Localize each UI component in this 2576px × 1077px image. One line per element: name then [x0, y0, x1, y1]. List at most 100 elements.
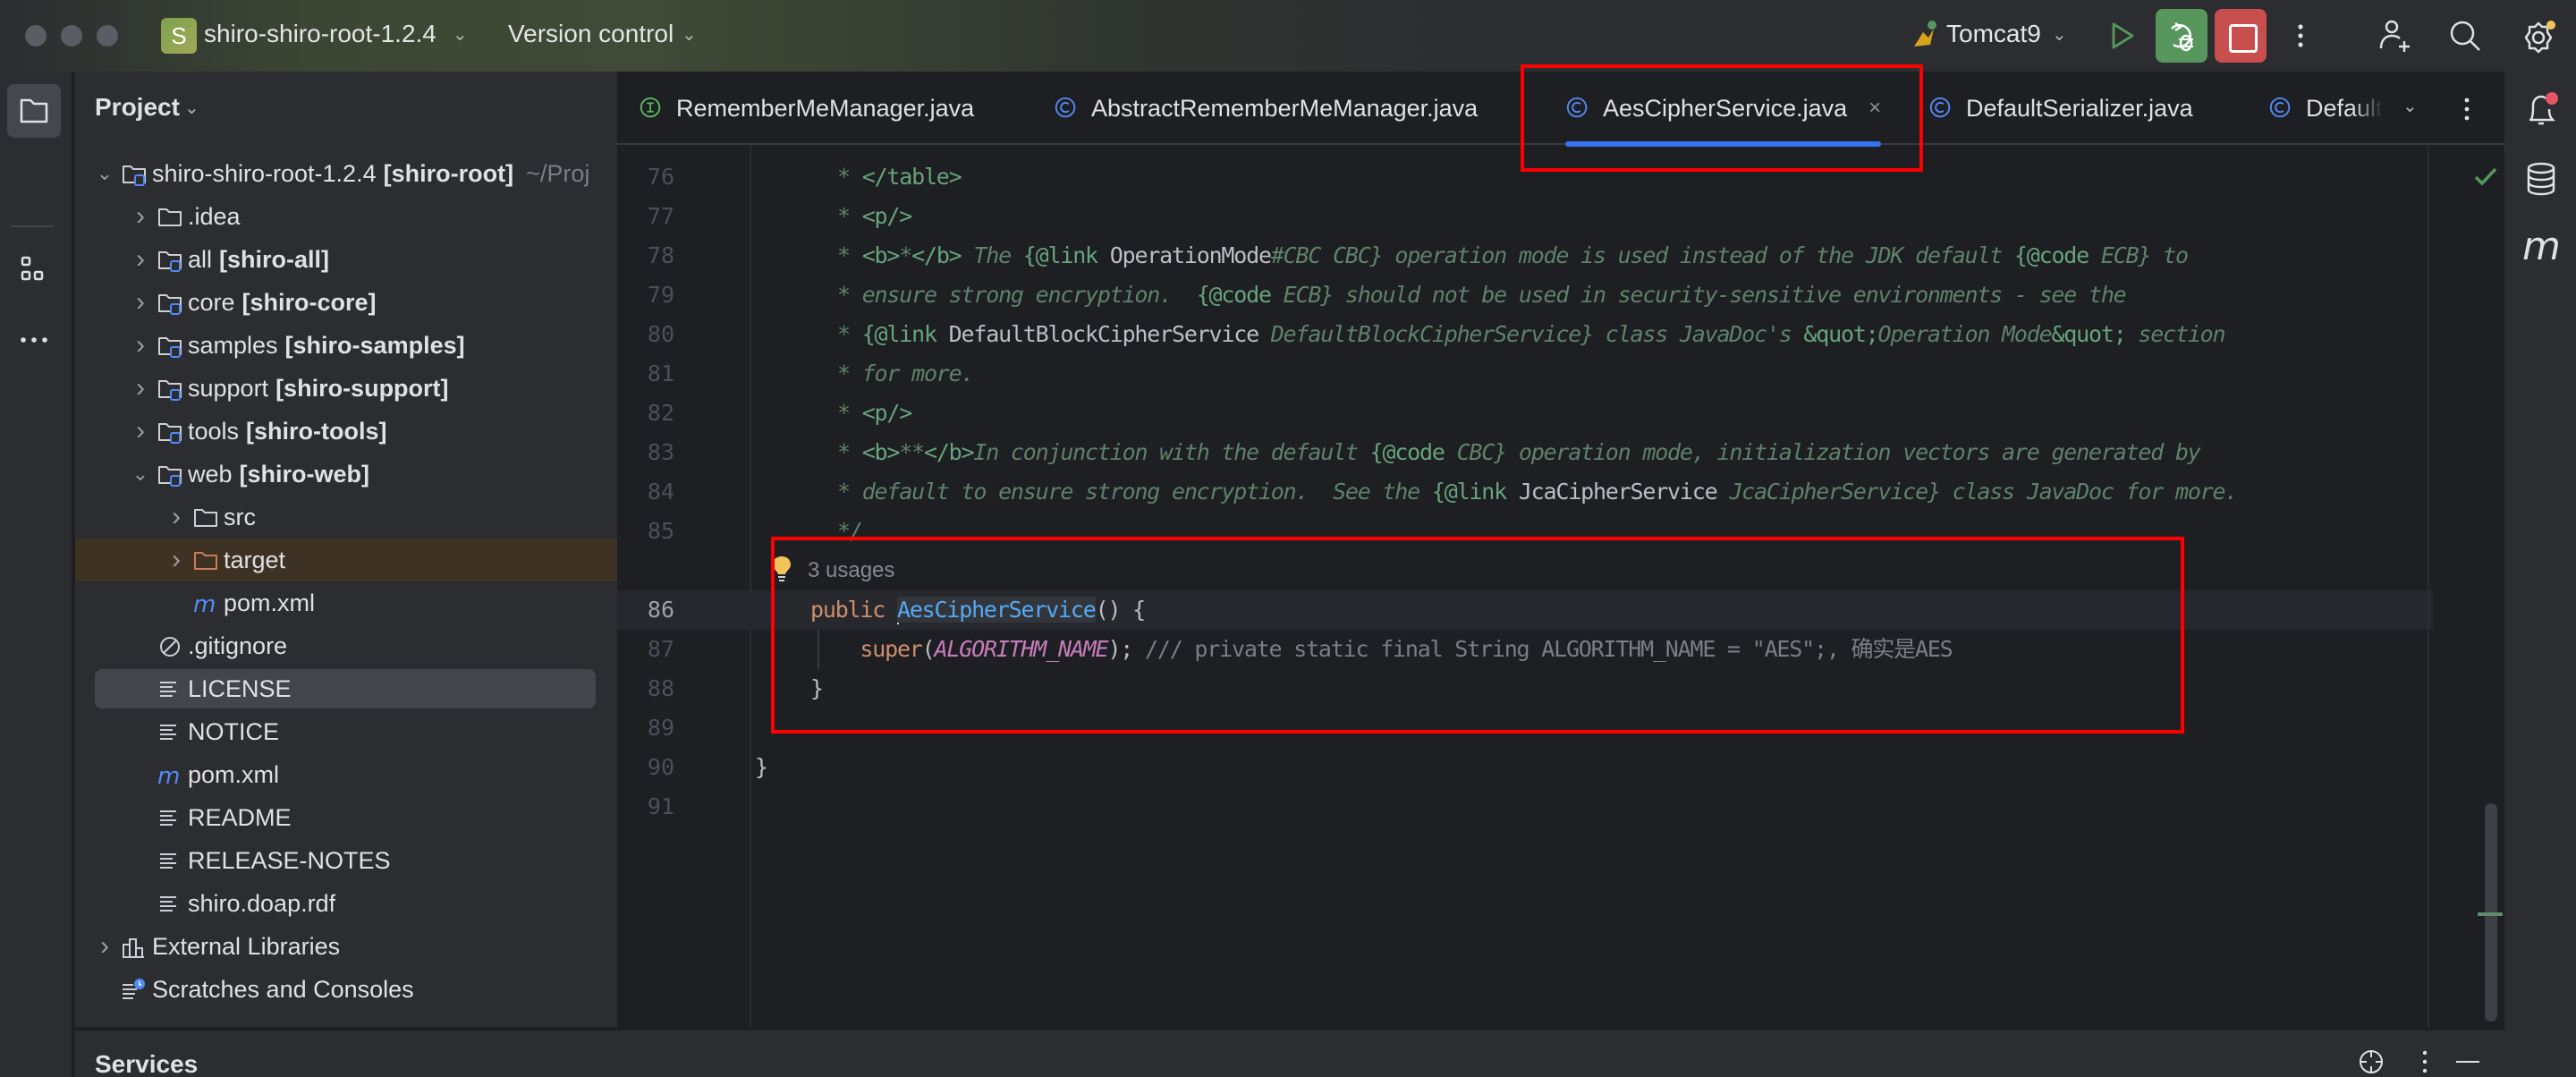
tree-item[interactable]: RELEASE-NOTES — [75, 839, 617, 882]
tree-item[interactable]: › target — [75, 538, 617, 581]
chevron-right-icon[interactable]: › — [127, 416, 154, 446]
structure-tool-button[interactable] — [7, 245, 61, 299]
tree-item-icon-wrap — [154, 245, 184, 274]
editor-right-margin — [2428, 145, 2429, 1027]
chevron-right-icon[interactable]: › — [163, 545, 190, 575]
database-icon[interactable] — [2519, 157, 2563, 202]
class-icon — [1929, 97, 1951, 118]
close-window-button[interactable] — [25, 25, 47, 47]
tree-item[interactable]: › support [shiro-support] — [75, 367, 617, 410]
chevron-down-icon[interactable]: ⌄ — [2052, 23, 2067, 46]
version-control-menu[interactable]: Version control — [508, 20, 674, 48]
search-icon[interactable] — [2445, 16, 2485, 55]
tree-item-icon-wrap — [190, 546, 220, 574]
tab-default[interactable]: Default — [2268, 72, 2383, 145]
tree-item[interactable]: › all [shiro-all] — [75, 238, 617, 281]
services-title[interactable]: Services — [95, 1050, 198, 1077]
code-token: * — [837, 439, 862, 465]
chevron-right-icon[interactable]: › — [127, 330, 154, 360]
usages-hint[interactable]: 3 usages — [808, 558, 894, 583]
code-token: super — [810, 636, 922, 662]
chevron-down-icon[interactable]: ⌄ — [127, 462, 154, 486]
tree-item[interactable]: LICENSE — [75, 667, 617, 710]
minimize-window-button[interactable] — [61, 25, 82, 47]
no-problems-check-icon[interactable] — [2472, 163, 2499, 190]
chevron-down-icon[interactable]: ⌄ — [184, 97, 199, 119]
line-text: * default to ensure strong encryption. S… — [837, 472, 2238, 512]
tree-item[interactable]: NOTICE — [75, 710, 617, 753]
tree-item[interactable]: ⌄ shiro-shiro-root-1.2.4 [shiro-root] ~/Pro… — [75, 152, 617, 195]
project-badge[interactable]: S — [161, 18, 197, 54]
code-token: The — [961, 242, 1023, 268]
project-switcher[interactable]: shiro-shiro-root-1.2.4 — [204, 20, 436, 48]
indent-guide — [818, 630, 819, 669]
stop-button[interactable] — [2215, 9, 2267, 63]
editor-tab-bar: ⌄ RememberMeManager.java AbstractRemember… — [617, 72, 2504, 147]
tree-item[interactable]: m pom.xml — [75, 581, 617, 624]
chevron-right-icon[interactable]: › — [163, 502, 190, 532]
tab-aescipherservice[interactable]: AesCipherService.java × — [1565, 72, 1882, 147]
code-token: {@code — [2013, 242, 2089, 268]
code-token: &quot; — [1803, 321, 1878, 347]
code-token: </b> — [923, 439, 975, 465]
chevron-right-icon[interactable]: › — [127, 244, 154, 275]
run-button[interactable] — [2104, 18, 2140, 54]
project-tool-button[interactable] — [7, 84, 61, 138]
tree-item[interactable]: › External Libraries — [75, 925, 617, 968]
services-more-icon[interactable] — [2411, 1048, 2438, 1075]
editor: ⌄ RememberMeManager.java AbstractRemember… — [617, 72, 2504, 1027]
close-tab-icon[interactable]: × — [1868, 96, 1881, 121]
tree-item[interactable]: .gitignore — [75, 624, 617, 667]
tab-actions-more-icon[interactable] — [2458, 93, 2476, 125]
more-tool-windows-button[interactable] — [7, 313, 61, 367]
project-panel: Project ⌄ ⌄ shiro-shiro-root-1.2.4 [shiro-… — [75, 72, 617, 1027]
project-panel-title[interactable]: Project — [95, 93, 180, 122]
chevron-down-icon[interactable]: ⌄ — [91, 162, 118, 185]
tab-label: RememberMeManager.java — [676, 94, 975, 122]
code-token: OperationMode — [1097, 242, 1272, 268]
run-configuration-selector[interactable]: Tomcat9 — [1946, 20, 2041, 48]
settings-gear-icon[interactable] — [2521, 16, 2560, 55]
code-token: section — [2125, 321, 2225, 347]
show-hidden-tabs-chevron-icon[interactable]: ⌄ — [2402, 95, 2418, 117]
line-number: 79 — [647, 282, 674, 308]
tab-defaultserializer[interactable]: DefaultSerializer.java — [1928, 72, 2193, 145]
line-text: * <p/> — [837, 197, 912, 236]
chevron-down-icon[interactable]: ⌄ — [453, 23, 468, 46]
tree-item[interactable]: › src — [75, 496, 617, 538]
right-tool-strip: m — [2504, 72, 2576, 1077]
chevron-right-icon[interactable]: › — [127, 373, 154, 403]
maximize-window-button[interactable] — [97, 25, 118, 47]
chevron-right-icon[interactable]: › — [127, 201, 154, 232]
chevron-down-icon[interactable]: ⌄ — [682, 23, 697, 46]
class-icon — [1566, 97, 1588, 118]
tree-item[interactable]: › .idea — [75, 195, 617, 238]
tab-abstractremembermemanager[interactable]: AbstractRememberMeManager.java — [1054, 72, 1478, 145]
chevron-right-icon[interactable]: › — [91, 931, 118, 962]
tree-item[interactable]: ⌄ web [shiro-web] — [75, 453, 617, 496]
tree-item-path: ~/Proj — [526, 159, 590, 187]
intention-bulb-icon[interactable] — [771, 555, 792, 583]
code-area[interactable]: 76 * </table> 77 * <p/> 78 * <b>*</b> The {@l… — [617, 145, 2433, 1027]
tree-item[interactable]: › tools [shiro-tools] — [75, 410, 617, 453]
tree-item[interactable]: m pom.xml — [75, 753, 617, 796]
code-token: ECB} to — [2089, 242, 2189, 268]
line-text: */ — [837, 512, 863, 551]
tree-item[interactable]: › core [shiro-core] — [75, 281, 617, 324]
line-text: * {@link DefaultBlockCipherService Defau… — [837, 315, 2226, 354]
tab-remembermemanager[interactable]: RememberMeManager.java — [639, 72, 974, 145]
more-actions-icon[interactable] — [2290, 18, 2311, 54]
tree-item-name: support — [188, 374, 269, 402]
tree-item[interactable]: › samples [shiro-samples] — [75, 324, 617, 367]
debug-rerun-button[interactable] — [2156, 9, 2207, 63]
chevron-right-icon[interactable]: › — [127, 287, 154, 318]
tree-item[interactable]: shiro.doap.rdf — [75, 882, 617, 925]
add-user-icon[interactable] — [2376, 16, 2415, 55]
locate-crosshair-icon[interactable] — [2358, 1048, 2385, 1075]
notifications-bell-icon[interactable] — [2519, 88, 2563, 132]
maven-icon[interactable]: m — [2522, 224, 2561, 269]
services-panel-header: Services — [75, 1029, 2504, 1077]
tree-item[interactable]: README — [75, 796, 617, 839]
tree-item[interactable]: Scratches and Consoles — [75, 968, 617, 1011]
minimize-panel-icon[interactable] — [2454, 1048, 2481, 1075]
